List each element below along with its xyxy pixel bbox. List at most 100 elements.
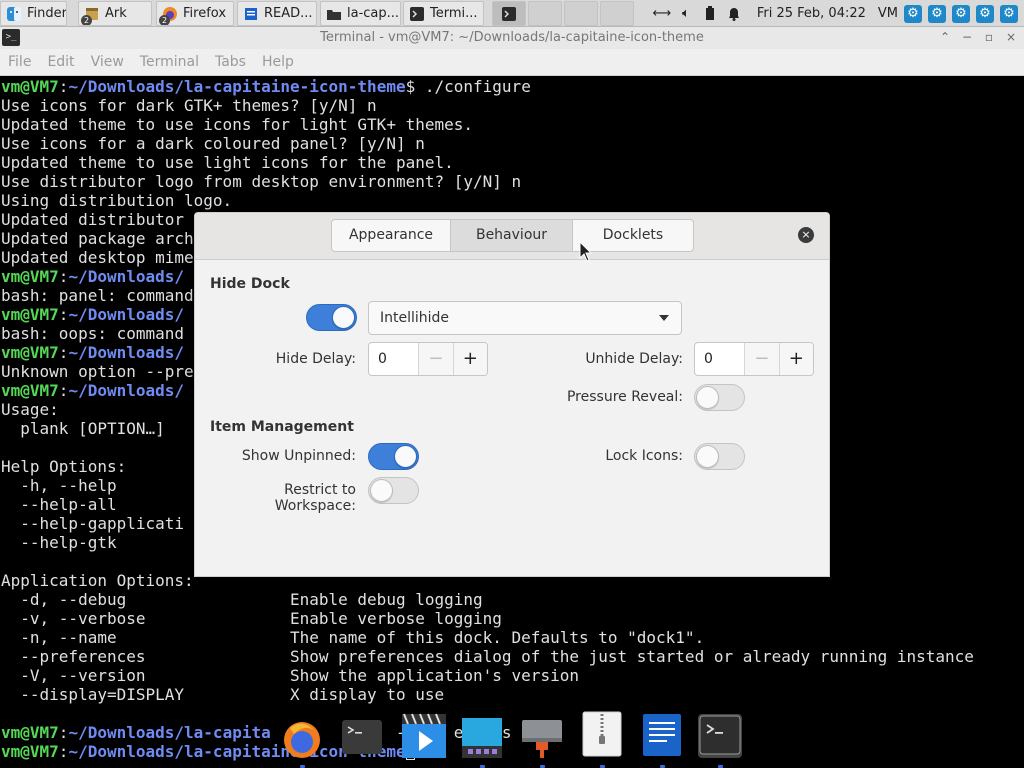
increment-button[interactable]: + [452, 343, 487, 375]
taskbar-item-terminal[interactable]: Termi... [403, 1, 484, 26]
firefox-icon: 2 [159, 5, 179, 25]
close-icon[interactable]: × [1004, 30, 1018, 44]
dock-item-text-editor[interactable] [640, 712, 684, 756]
decrement-button[interactable]: − [418, 343, 453, 375]
taskbar-item-folder[interactable]: la-cap... [320, 1, 401, 26]
output-text: Updated package arch [1, 229, 194, 248]
unhide-delay-value[interactable]: 0 [695, 343, 744, 375]
menu-view[interactable]: View [83, 49, 132, 75]
prompt-user: vm@VM7 [1, 343, 59, 362]
hide-delay-value[interactable]: 0 [369, 343, 418, 375]
maximize-icon[interactable]: ▫ [982, 30, 996, 44]
tab-appearance[interactable]: Appearance [331, 219, 451, 252]
hide-mode-value: Intellihide [380, 310, 450, 326]
output-text: -V, --version Show the application's ver… [1, 666, 579, 685]
menu-edit[interactable]: Edit [39, 49, 82, 75]
terminal-titlebar[interactable]: >_ Terminal - vm@VM7: ~/Downloads/la-cap… [0, 27, 1024, 49]
output-text: bash: oops: command [1, 324, 185, 343]
close-button[interactable]: × [798, 227, 814, 243]
gear-icon[interactable]: ⚙ [1000, 4, 1018, 23]
hide-dock-switch[interactable] [306, 304, 357, 331]
video-player-icon [402, 713, 446, 758]
firefox-icon [284, 722, 320, 758]
gear-icon[interactable]: ⚙ [976, 4, 994, 23]
hide-delay-spinner[interactable]: 0 − + [368, 342, 488, 376]
prompt-path: ~/Downloads/ [68, 381, 185, 400]
taskbar-item-readme[interactable]: READ... [237, 1, 317, 26]
gear-icon[interactable]: ⚙ [904, 4, 922, 23]
output-text: -d, --debug Enable debug logging [1, 590, 483, 609]
unhide-delay-spinner[interactable]: 0 − + [694, 342, 814, 376]
taskbar-label: la-cap... [347, 6, 400, 21]
dock-item-terminal-active[interactable] [698, 714, 742, 758]
output-text: Updated theme to use light icons for the… [1, 153, 454, 172]
clock[interactable]: Fri 25 Feb, 04:22 [757, 6, 866, 21]
menu-file[interactable]: File [0, 49, 39, 75]
taskbar-label: Finder [27, 6, 67, 21]
battery-icon[interactable] [701, 5, 719, 23]
output-text: Updated theme to use icons for light GTK… [1, 115, 474, 134]
dock-item-network[interactable] [520, 716, 564, 760]
terminal-icon [342, 720, 382, 754]
gear-icon[interactable]: ⚙ [928, 4, 946, 23]
pressure-reveal-switch[interactable] [694, 384, 745, 411]
terminal-active-icon [699, 715, 741, 755]
dock-item-archive[interactable] [580, 710, 624, 757]
hide-mode-dropdown[interactable]: Intellihide [368, 301, 682, 335]
taskbar-item-firefox[interactable]: 2 Firefox [156, 1, 234, 26]
workspace-3[interactable] [564, 1, 598, 26]
window-count-badge: 2 [159, 14, 170, 25]
dock-item-firefox[interactable] [280, 716, 324, 760]
window-count-badge: 2 [81, 14, 92, 25]
notification-bell-icon[interactable] [725, 5, 743, 23]
terminal-line: --display=DISPLAY X display to use [0, 685, 1024, 704]
terminal-line: Use distributor logo from desktop enviro… [0, 172, 1024, 191]
minimize-icon[interactable]: − [960, 30, 974, 44]
terminal-line: Updated theme to use light icons for the… [0, 153, 1024, 172]
show-unpinned-switch[interactable] [368, 443, 419, 470]
workspace-2[interactable] [528, 1, 562, 26]
pressure-reveal-label: Pressure Reveal: [566, 389, 683, 405]
workspace-1[interactable] [492, 1, 526, 26]
prompt-user: vm@VM7 [1, 723, 59, 742]
archive-icon [582, 711, 622, 757]
increment-button[interactable]: + [778, 343, 813, 375]
tab-behaviour[interactable]: Behaviour [451, 219, 573, 252]
output-text: -v, --verbose Enable verbose logging [1, 609, 502, 628]
taskbar-item-ark[interactable]: 2 Ark [78, 1, 152, 26]
terminal-line: --preferences Show preferences dialog of… [0, 647, 1024, 666]
plank-dock [278, 706, 748, 768]
output-text: --display=DISPLAY X display to use [1, 685, 445, 704]
output-text: Use icons for dark GTK+ themes? [y/N] n [1, 96, 377, 115]
prompt-path: ~/Downloads/ [68, 343, 185, 362]
gear-icon[interactable]: ⚙ [952, 4, 970, 23]
taskbar-label: Termi... [430, 6, 478, 21]
lock-icons-label: Lock Icons: [605, 448, 683, 464]
prompt-user: vm@VM7 [1, 305, 59, 324]
output-text: -n, --name The name of this dock. Defaul… [1, 628, 705, 647]
terminal-line: Using distribution logo. [0, 191, 1024, 210]
menu-tabs[interactable]: Tabs [207, 49, 254, 75]
user-menu[interactable]: VM [878, 6, 898, 21]
decrement-button[interactable]: − [744, 343, 779, 375]
dock-item-video-player[interactable] [400, 712, 446, 758]
menu-terminal[interactable]: Terminal [132, 49, 207, 75]
restrict-workspace-switch[interactable] [368, 477, 419, 504]
lock-icons-switch[interactable] [694, 443, 745, 470]
network-icon[interactable]: ⟷ [653, 5, 672, 23]
taskbar-item-finder[interactable]: Finder ☰ [0, 1, 67, 26]
dock-item-screen[interactable] [460, 716, 504, 760]
screen-icon [462, 718, 502, 758]
dock-item-terminal[interactable] [340, 716, 384, 760]
switch-knob [332, 306, 355, 329]
workspace-4[interactable] [600, 1, 634, 26]
terminal-menubar: File Edit View Terminal Tabs Help [0, 49, 1024, 76]
chevron-up-icon[interactable]: ⌃ [938, 30, 952, 44]
top-panel: Finder ☰ 2 Ark 2 Firefox READ... la-cap.… [0, 0, 1024, 27]
terminal-line: Use icons for a dark coloured panel? [y/… [0, 134, 1024, 153]
menu-help[interactable]: Help [254, 49, 302, 75]
mouse-pointer-icon [579, 241, 593, 262]
document-icon [242, 5, 260, 23]
terminal-line: -n, --name The name of this dock. Defaul… [0, 628, 1024, 647]
volume-icon[interactable]: 🔈︎ [677, 5, 695, 23]
